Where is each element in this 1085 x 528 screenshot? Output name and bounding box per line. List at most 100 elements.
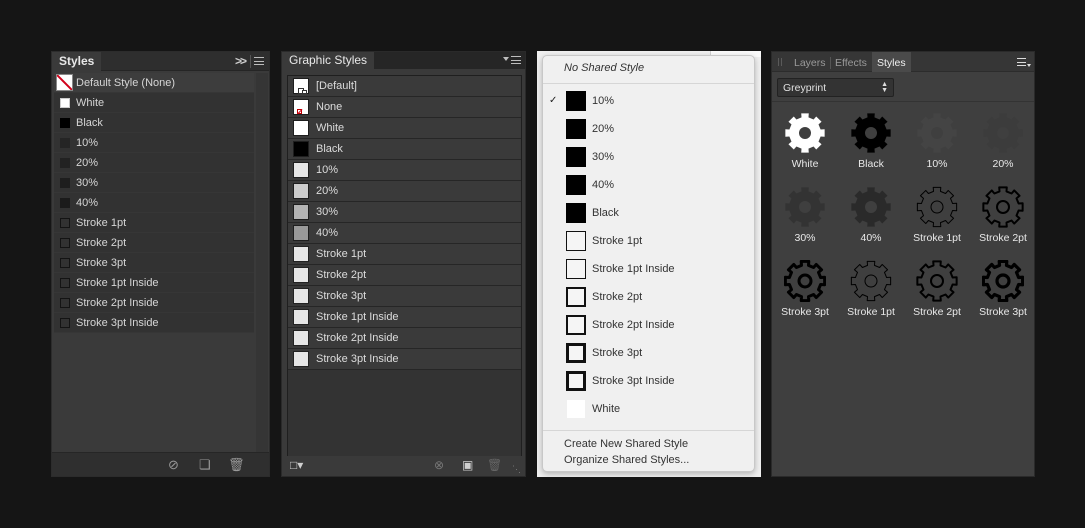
organize-shared-styles[interactable]: Organize Shared Styles... <box>564 454 689 466</box>
style-tile[interactable]: 40% <box>838 186 904 260</box>
shared-style-option[interactable]: 20% <box>543 116 754 144</box>
affinity-panel-header: Layers Effects Styles <box>772 52 1034 72</box>
style-list-item[interactable]: Stroke 1pt <box>54 213 254 233</box>
graphic-style-swatch <box>293 78 309 94</box>
style-list-item[interactable]: 40% <box>54 193 254 213</box>
tab-layers[interactable]: Layers <box>789 52 831 72</box>
shared-style-option[interactable]: Stroke 3pt Inside <box>543 368 754 396</box>
tab-graphic-styles[interactable]: Graphic Styles <box>282 52 375 69</box>
style-tile-label: Stroke 1pt <box>847 306 895 318</box>
graphic-style-item[interactable]: Stroke 2pt Inside <box>288 328 521 349</box>
shared-style-swatch <box>566 315 586 335</box>
graphic-style-item[interactable]: 30% <box>288 202 521 223</box>
gear-icon <box>851 187 891 227</box>
create-new-shared-style[interactable]: Create New Shared Style <box>564 438 688 450</box>
shared-style-option[interactable]: 40% <box>543 172 754 200</box>
style-tile[interactable]: Stroke 1pt <box>904 186 970 260</box>
style-label: Stroke 3pt <box>76 257 127 269</box>
drag-grip-icon[interactable] <box>778 58 782 66</box>
no-style-icon[interactable]: ⊘ <box>168 458 179 471</box>
collapse-panel-icon[interactable]: >> <box>235 52 247 70</box>
graphic-style-label: Stroke 1pt Inside <box>316 311 399 323</box>
style-tile[interactable]: Stroke 3pt <box>970 260 1036 334</box>
libraries-icon[interactable]: □▾ <box>290 459 303 472</box>
style-tile[interactable]: Stroke 2pt <box>904 260 970 334</box>
tab-styles[interactable]: Styles <box>872 52 911 72</box>
graphic-style-swatch <box>293 267 309 283</box>
style-list-item[interactable]: 30% <box>54 173 254 193</box>
panel-menu-icon[interactable] <box>254 57 264 65</box>
graphic-style-item[interactable]: Stroke 1pt Inside <box>288 307 521 328</box>
panel-menu-icon[interactable] <box>511 56 521 64</box>
graphic-style-item[interactable]: None <box>288 97 521 118</box>
style-list-item[interactable]: Stroke 3pt <box>54 253 254 273</box>
panel-options-chevron-icon[interactable] <box>503 57 509 61</box>
style-swatch <box>60 138 70 148</box>
style-list-item[interactable]: Default Style (None) <box>54 73 254 93</box>
shared-style-option[interactable]: Stroke 2pt Inside <box>543 312 754 340</box>
shared-style-option[interactable]: Stroke 1pt Inside <box>543 256 754 284</box>
new-style-icon[interactable]: ❏ <box>199 458 211 471</box>
style-label: 10% <box>76 137 99 149</box>
graphic-style-item[interactable]: Stroke 2pt <box>288 265 521 286</box>
graphic-style-item[interactable]: 40% <box>288 223 521 244</box>
style-list-item[interactable]: White <box>54 93 254 113</box>
graphic-style-item[interactable]: 10% <box>288 160 521 181</box>
shared-style-swatch <box>566 399 586 419</box>
style-tile[interactable]: Stroke 3pt <box>772 260 838 334</box>
checkmark-icon: ✓ <box>549 95 558 106</box>
gear-icon <box>982 186 1024 228</box>
break-link-icon[interactable]: ⊗ <box>434 459 444 472</box>
graphic-styles-panel: Graphic Styles [Default] None White Black 10… <box>281 51 526 477</box>
graphic-style-swatch <box>293 246 309 262</box>
style-list-item[interactable]: Stroke 2pt Inside <box>54 293 254 313</box>
style-tile[interactable]: Stroke 2pt <box>970 186 1036 260</box>
shared-style-option[interactable]: Stroke 2pt <box>543 284 754 312</box>
tab-styles[interactable]: Styles <box>52 52 102 71</box>
style-list-item[interactable]: 10% <box>54 133 254 153</box>
style-tile[interactable]: 20% <box>970 112 1036 186</box>
panel-menu-icon[interactable] <box>1017 58 1026 66</box>
style-label: Stroke 2pt <box>76 237 127 249</box>
style-swatch <box>60 98 70 108</box>
style-tile-label: Stroke 3pt <box>979 306 1027 318</box>
graphic-style-item[interactable]: Stroke 3pt <box>288 286 521 307</box>
shared-style-option[interactable]: Stroke 3pt <box>543 340 754 368</box>
style-list-item[interactable]: Stroke 2pt <box>54 233 254 253</box>
shared-style-label: Stroke 2pt <box>592 291 643 303</box>
graphic-style-item[interactable]: Stroke 1pt <box>288 244 521 265</box>
style-tile[interactable]: 10% <box>904 112 970 186</box>
style-list-item[interactable]: Black <box>54 113 254 133</box>
graphic-styles-header: Graphic Styles <box>282 52 525 69</box>
style-category-select[interactable]: Greyprint ▲ ▼ <box>777 78 894 97</box>
shared-style-option[interactable]: 30% <box>543 144 754 172</box>
style-tile[interactable]: Black <box>838 112 904 186</box>
graphic-style-item[interactable]: Black <box>288 139 521 160</box>
shared-style-option[interactable]: White <box>543 396 754 424</box>
style-tile[interactable]: Stroke 1pt <box>838 260 904 334</box>
trash-icon[interactable]: 🗑 <box>228 458 245 471</box>
style-tile[interactable]: White <box>772 112 838 186</box>
resize-grip-icon[interactable]: ⋱ <box>512 463 521 476</box>
graphic-style-item[interactable]: [Default] <box>288 76 521 97</box>
shared-style-label: 10% <box>592 95 615 107</box>
no-shared-style-option[interactable]: No Shared Style <box>564 62 644 74</box>
style-list-item[interactable]: Stroke 3pt Inside <box>54 313 254 333</box>
style-list-item[interactable]: 20% <box>54 153 254 173</box>
graphic-style-item[interactable]: 20% <box>288 181 521 202</box>
shared-style-option[interactable]: Black <box>543 200 754 228</box>
styles-scrollbar[interactable] <box>256 73 268 453</box>
trash-icon[interactable]: 🗑 <box>487 459 502 472</box>
shared-style-swatch <box>566 119 586 139</box>
style-tile-label: Black <box>858 158 884 170</box>
graphic-style-label: Stroke 3pt Inside <box>316 353 399 365</box>
style-tile[interactable]: 30% <box>772 186 838 260</box>
graphic-style-item[interactable]: White <box>288 118 521 139</box>
graphic-style-label: White <box>316 122 345 134</box>
tab-effects[interactable]: Effects <box>830 52 872 72</box>
new-graphic-style-icon[interactable]: ▣ <box>462 459 473 472</box>
shared-style-option[interactable]: Stroke 1pt <box>543 228 754 256</box>
style-list-item[interactable]: Stroke 1pt Inside <box>54 273 254 293</box>
shared-style-option[interactable]: ✓ 10% <box>543 88 754 116</box>
graphic-style-item[interactable]: Stroke 3pt Inside <box>288 349 521 370</box>
